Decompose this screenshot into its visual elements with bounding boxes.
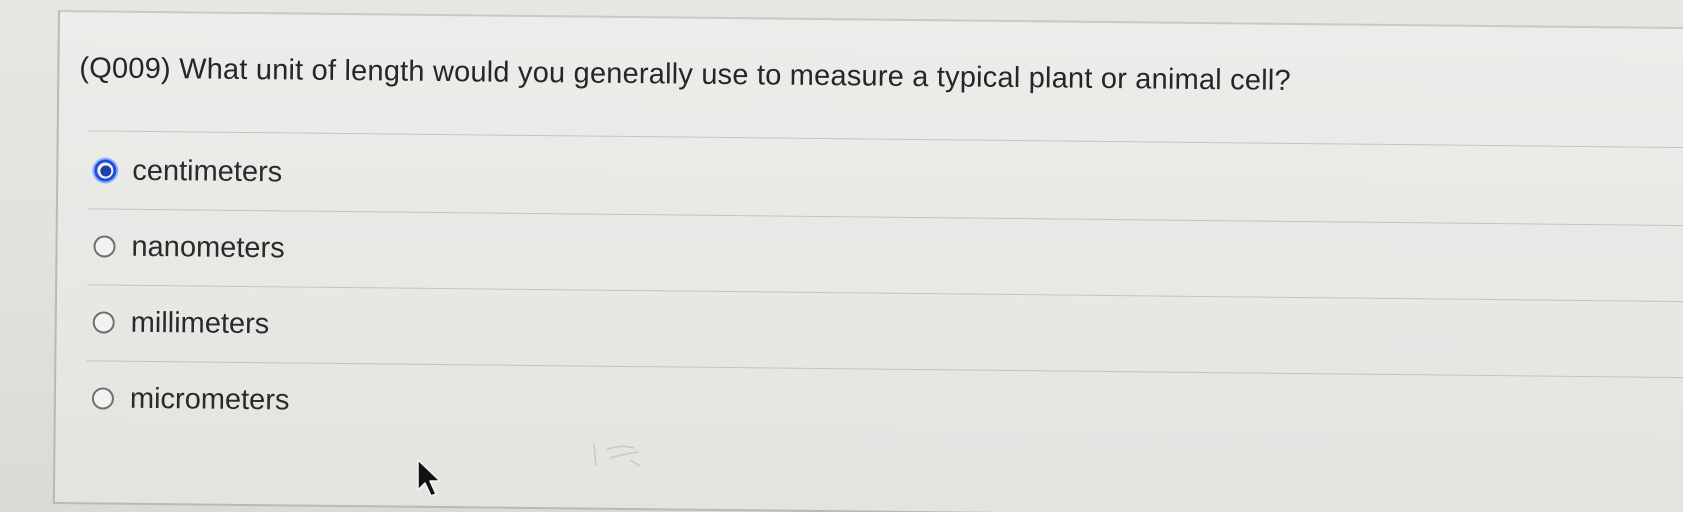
option-label: micrometers (129, 382, 290, 416)
option-nanometers[interactable]: nanometers (93, 226, 285, 268)
radio-unselected-icon[interactable] (93, 235, 116, 258)
option-label: nanometers (131, 230, 285, 264)
screen-photo: (Q009) What unit of length would you gen… (0, 0, 1683, 512)
option-millimeters[interactable]: millimeters (92, 302, 270, 344)
radio-unselected-icon[interactable] (91, 387, 115, 410)
divider (87, 284, 1683, 303)
radio-selected-icon[interactable] (94, 159, 117, 182)
option-label: centimeters (132, 154, 283, 188)
question-text: (Q009) What unit of length would you gen… (79, 52, 1291, 97)
option-label: millimeters (130, 306, 270, 340)
pen-mark-icon (593, 443, 641, 467)
divider (86, 360, 1683, 379)
divider (88, 130, 1683, 149)
option-centimeters[interactable]: centimeters (94, 150, 282, 192)
radio-unselected-icon[interactable] (92, 311, 115, 334)
question-card: (Q009) What unit of length would you gen… (52, 10, 1683, 512)
option-micrometers[interactable]: micrometers (91, 378, 290, 420)
divider (87, 208, 1683, 227)
mouse-pointer-icon (417, 459, 441, 497)
